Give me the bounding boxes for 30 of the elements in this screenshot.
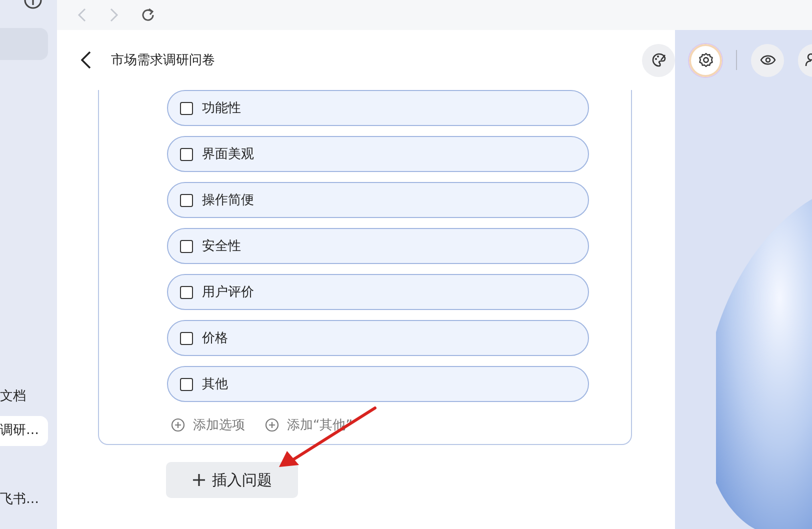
palette-icon[interactable]: [642, 44, 675, 76]
plus-icon: [192, 473, 206, 487]
checkbox[interactable]: [180, 286, 193, 298]
back-icon[interactable]: [81, 51, 91, 69]
option-field[interactable]: 价格: [167, 320, 589, 356]
plus-circle-icon: [171, 418, 185, 432]
insert-question-button[interactable]: 插入问题: [166, 462, 298, 498]
users-icon[interactable]: [798, 44, 812, 76]
option-field[interactable]: 用户评价: [167, 274, 589, 310]
page-title: 市场需求调研问卷: [111, 52, 215, 69]
info-icon[interactable]: [24, 0, 42, 10]
option-field[interactable]: 操作简便: [167, 182, 589, 218]
option-field[interactable]: 功能性: [167, 90, 589, 126]
reload-icon[interactable]: [141, 8, 155, 22]
plus-circle-icon: [265, 418, 279, 432]
sidebar-item[interactable]: 调研…: [0, 416, 48, 446]
checkbox[interactable]: [180, 148, 193, 160]
option-field[interactable]: 安全性: [167, 228, 589, 264]
checkbox[interactable]: [180, 194, 193, 206]
add-option-link[interactable]: 添加选项: [171, 416, 245, 434]
eye-icon[interactable]: [751, 44, 784, 76]
option-field[interactable]: 其他: [167, 366, 589, 402]
sidebar-item[interactable]: 飞书…: [0, 485, 48, 515]
checkbox[interactable]: [180, 240, 193, 252]
settings-icon[interactable]: [689, 44, 722, 76]
checkbox[interactable]: [180, 378, 193, 390]
sidebar-item[interactable]: 文档: [0, 382, 48, 412]
option-field[interactable]: 界面美观: [167, 136, 589, 172]
checkbox[interactable]: [180, 102, 193, 114]
checkbox[interactable]: [180, 332, 193, 344]
